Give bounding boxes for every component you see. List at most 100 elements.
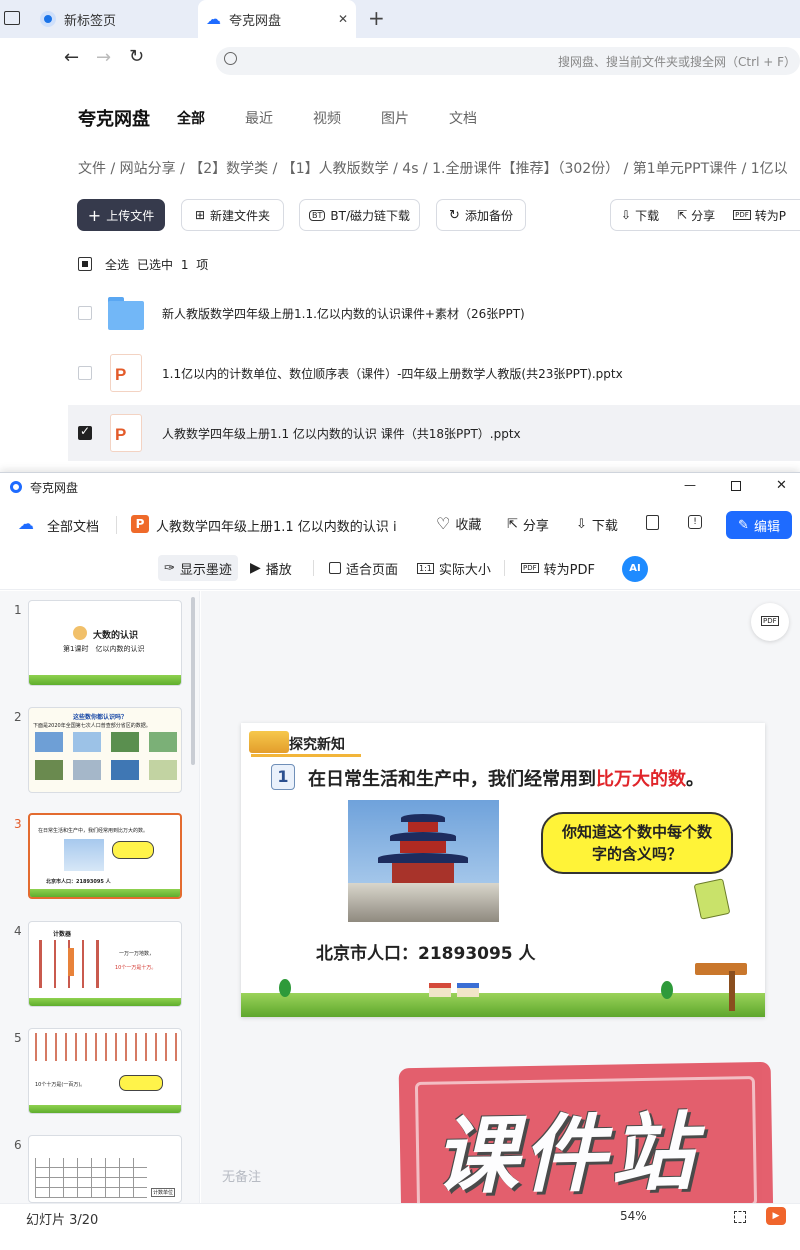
abacus-rods (39, 940, 99, 988)
cloud-icon: ☁ (18, 514, 34, 533)
slide-counter: 幻灯片 3/20 (26, 1213, 99, 1228)
question-bubble: 你知道这个数中每个数字的含义吗？ (541, 812, 733, 874)
close-tab-icon[interactable]: ✕ (338, 12, 348, 26)
slide-thumbnail-6[interactable]: 计数单位 (28, 1135, 182, 1203)
file-row[interactable]: P 1.1亿以内的计数单位、数位顺序表（课件）-四年级上册数学人教版(共23张P… (68, 345, 800, 401)
file-row[interactable]: 新人教版数学四年级上册1.1.亿以内数的认识课件+素材（26张PPT) (68, 285, 800, 341)
address-placeholder: 搜网盘、搜当前文件夹或搜全网（Ctrl + F） (558, 55, 796, 69)
favorite-button[interactable]: ♡ 收藏 (436, 514, 481, 533)
pdf-icon: PDF (761, 616, 779, 626)
zoom-level[interactable]: 54% (620, 1209, 647, 1223)
file-name[interactable]: 1.1亿以内的计数单位、数位顺序表（课件）-四年级上册数学人教版(共23张PPT… (162, 365, 623, 382)
fit-page-button[interactable]: 适合页面 (329, 556, 398, 580)
file-name[interactable]: 人教数学四年级上册1.1 亿以内数的认识 课件（共18张PPT）.pptx (162, 425, 521, 442)
thumb-number: 2 (14, 710, 22, 724)
slide-thumbnail-2[interactable]: 这些数你都认识吗？ 下面是2020年全国第七次人口普查部分省区的数据。 (28, 707, 182, 793)
forward-icon[interactable]: → (96, 47, 111, 68)
heart-icon: ♡ (436, 514, 451, 533)
share-button[interactable]: ⇱ 分享 (677, 207, 715, 224)
maximize-button[interactable] (731, 481, 741, 491)
pptx-file-icon: P (110, 354, 142, 392)
slideshow-play-button[interactable]: ▶ (766, 1207, 786, 1225)
share-button[interactable]: ⇱ 分享 (507, 515, 549, 534)
doc-header: ☁ 全部文档 P 人教数学四年级上册1.1 亿以内数的认识 i ♡ 收藏 ⇱ 分享 … (0, 503, 800, 547)
nav-images[interactable]: 图片 (381, 108, 409, 128)
pdf-icon: PDF (733, 210, 751, 220)
tree (661, 981, 673, 999)
drive-logo[interactable]: 夸克网盘 (78, 105, 150, 131)
pdf-icon: PDF (521, 563, 539, 573)
folder-plus-icon: ⊞ (194, 208, 206, 222)
bt-download-button[interactable]: BT BT/磁力链下载 (299, 199, 420, 231)
ink-icon: ✑ (164, 560, 175, 576)
tab-new-tab[interactable]: 新标签页 (30, 0, 198, 38)
breadcrumb[interactable]: 文件 / 网站分享 / 【2】数学类 / 【1】人教版数学 / 4s / 1.全… (78, 158, 800, 178)
sidebar-scrollbar[interactable] (191, 597, 195, 765)
tree (279, 979, 291, 997)
download-button[interactable]: ⇩ 下载 (576, 515, 618, 534)
download-button[interactable]: ⇩ 下载 (621, 207, 659, 224)
nav-video[interactable]: 视频 (313, 108, 341, 128)
thumb-number: 6 (14, 1138, 22, 1152)
slide-thumbnail-4[interactable]: 计数器 一万一万地数， 10个一万是十万。 (28, 921, 182, 1007)
download-icon: ⇩ (621, 208, 632, 222)
pdf-convert-float-button[interactable]: PDF (751, 603, 789, 641)
number-badge: 1 (271, 764, 295, 790)
file-name[interactable]: 新人教版数学四年级上册1.1.亿以内数的认识课件+素材（26张PPT) (162, 305, 525, 322)
signpost (695, 963, 747, 975)
house (429, 983, 451, 997)
nav-all[interactable]: 全部 (177, 108, 205, 128)
slide-tag: 探究新知 (289, 737, 345, 753)
new-folder-button[interactable]: ⊞ 新建文件夹 (181, 199, 284, 231)
select-all-checkbox[interactable] (78, 257, 92, 271)
address-input[interactable]: 搜网盘、搜当前文件夹或搜全网（Ctrl + F） (216, 47, 800, 75)
slide-thumbnail-5[interactable]: 10个十万是(一百万)。 (28, 1028, 182, 1114)
close-window-button[interactable]: ✕ (776, 478, 787, 493)
actual-size-icon: 1:1 (417, 562, 434, 574)
thumb-number: 4 (14, 924, 22, 938)
pptx-file-icon: P (110, 414, 142, 452)
plus-icon: + (87, 205, 102, 225)
minimize-button[interactable]: — (684, 478, 696, 492)
select-all-label[interactable]: 全选 (105, 256, 129, 273)
feedback-icon[interactable]: ! (688, 515, 702, 529)
tag-underline (251, 754, 361, 757)
tab-quark-drive[interactable]: ☁ 夸克网盘 ✕ (198, 0, 356, 38)
row-checkbox[interactable] (78, 306, 92, 320)
ai-assistant-button[interactable]: AI (622, 556, 648, 582)
cloud-icon: ☁ (206, 10, 221, 28)
doc-name: 人教数学四年级上册1.1 亿以内数的认识 i (156, 520, 397, 535)
slide-current: 探究新知 1 在日常生活和生产中，我们经常用到比万大的数。 你知道这个数中每个数… (241, 723, 765, 1017)
edit-button[interactable]: ✎ 编辑 (726, 511, 792, 539)
slide-thumbnail-1[interactable]: 大数的认识 第1课时 亿以内数的认识 (28, 600, 182, 686)
fullscreen-icon[interactable] (734, 1211, 746, 1223)
to-pdf-button[interactable]: PDF 转为PDF (521, 556, 595, 580)
reload-icon[interactable]: ↻ (129, 46, 144, 67)
nav-recent[interactable]: 最近 (245, 108, 273, 128)
backup-icon: ↻ (449, 207, 460, 223)
play-button[interactable]: ▶ 播放 (250, 556, 292, 580)
viewer-toolbar (0, 546, 800, 590)
thumb-subtitle: 第1课时 亿以内数的认识 (63, 645, 145, 653)
table-grid (35, 1158, 147, 1198)
all-docs-link[interactable]: 全部文档 (47, 516, 99, 535)
notes-placeholder[interactable]: 无备注 (222, 1166, 261, 1185)
show-ink-button[interactable]: ✑ 显示墨迹 (158, 555, 238, 581)
row-checkbox[interactable]: ✓ (78, 424, 92, 440)
to-pdf-button[interactable]: PDF 转为P (733, 207, 786, 224)
nav-docs[interactable]: 文档 (449, 108, 477, 128)
new-tab-button[interactable]: + (368, 6, 385, 30)
status-bar (0, 1203, 800, 1233)
add-backup-button[interactable]: ↻ 添加备份 (436, 199, 526, 231)
share-icon: ⇱ (507, 517, 518, 532)
actual-size-button[interactable]: 1:1 实际大小 (417, 556, 491, 580)
file-row-selected[interactable]: ✓ P 人教数学四年级上册1.1 亿以内数的认识 课件（共18张PPT）.ppt… (68, 405, 800, 461)
row-checkbox[interactable] (78, 366, 92, 380)
tab-search-icon[interactable] (4, 11, 20, 25)
grass-decoration (29, 1105, 181, 1113)
slide-thumbnail-3-active[interactable]: 在日常生活和生产中，我们经常用到比万大的数。 北京市人口：21893095 人 (28, 813, 182, 899)
pencil-icon: ✎ (738, 517, 749, 533)
open-external-icon[interactable] (646, 515, 659, 530)
upload-button[interactable]: + 上传文件 (77, 199, 165, 231)
back-icon[interactable]: ← (64, 47, 79, 68)
